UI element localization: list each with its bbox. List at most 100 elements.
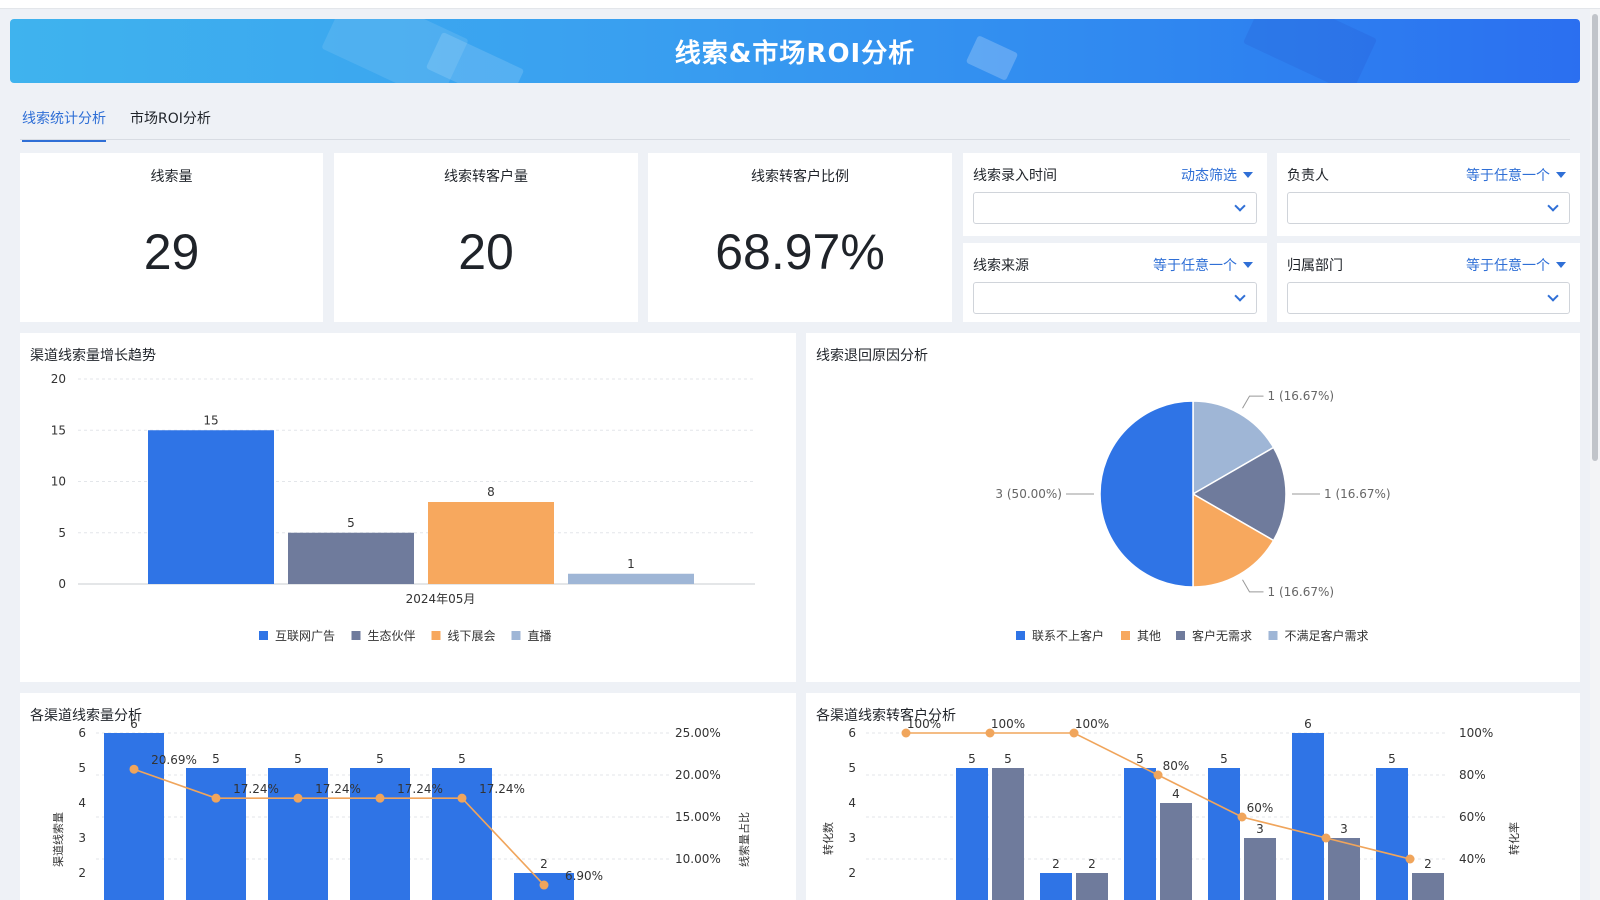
bar-value-label: 5 [1220,752,1228,766]
bar-value-label: 5 [968,752,976,766]
ratio-label: 6.90% [565,869,603,883]
pie-chart: 1 (16.67%) 1 (16.67%) 1 (16.67%) 3 (50.00%)… [995,389,1391,643]
ratio-point [457,793,467,803]
y2-tick-label: 80% [1459,768,1486,782]
bar [568,573,694,584]
filter-mode-label: 等于任意一个 [1153,258,1237,274]
y-tick-label: 4 [78,796,86,810]
bar [1376,768,1408,900]
filter-select[interactable] [973,282,1257,314]
rate-point [1405,854,1415,864]
filter-select[interactable] [973,192,1257,224]
bar-value-label: 8 [487,485,495,499]
rate-point [1321,833,1331,843]
y-tick-label: 0 [58,577,66,591]
caret-down-icon [1243,262,1253,268]
filter-label: 线索录入时间 [973,168,1057,184]
y-tick-label: 5 [78,761,86,775]
bar [1412,873,1444,900]
ratio-point [211,793,221,803]
pie-slice-label: 1 (16.67%) [1324,487,1391,501]
kpi-value: 20 [458,224,514,280]
bar-value-label: 5 [347,516,355,530]
chevron-down-icon [1547,290,1559,302]
ratio-point [129,764,139,774]
filter-select[interactable] [1287,192,1570,224]
rate-label: 80% [1163,759,1190,773]
page-banner: 线索&市场ROI分析 [10,19,1580,83]
bar [1124,768,1156,900]
y-tick-label: 2 [78,866,86,880]
legend-label: 线下展会 [448,629,496,643]
filter-select[interactable] [1287,282,1570,314]
top-strip [0,0,1600,9]
legend-label: 生态伙伴 [368,629,416,643]
chevron-down-icon [1547,200,1559,212]
filter-entry-time: 线索录入时间 动态筛选 [963,153,1267,236]
page-scrollbar[interactable] [1590,9,1600,900]
pie-leader-line [1242,579,1264,593]
y2-tick-label: 100% [1459,726,1493,740]
y2-axis-title: 转化率 [1507,822,1521,855]
bar [428,502,554,584]
legend-label: 联系不上客户 [1032,628,1104,643]
filter-mode-dropdown[interactable]: 动态筛选 [1181,165,1253,185]
bar [1160,803,1192,900]
ratio-label: 17.24% [397,782,443,796]
y-tick-label: 6 [78,726,86,740]
bar-value-label: 4 [1172,787,1180,801]
legend-swatch [1268,631,1278,640]
bar-value-label: 3 [1256,822,1264,836]
y-axis-title: 渠道线索量 [51,812,65,867]
bar [1040,873,1072,900]
y-tick-label: 2 [848,866,856,880]
y-tick-label: 5 [58,526,66,540]
filter-label: 负责人 [1287,168,1329,184]
bar-value-label: 2 [1088,857,1096,871]
legend-label: 直播 [528,629,552,643]
kpi-card-leads: 线索量 29 [20,153,323,322]
kpi-value: 68.97% [715,224,885,280]
y2-tick-label: 25.00% [675,726,721,740]
bar-value-label: 2 [540,857,548,871]
pie-leader-line [1242,395,1264,409]
pie-chart-card: 线索退回原因分析 1 (16.67%) 1 (16.67%) 1 (16.67%) 3… [806,333,1580,682]
legend-label: 不满足客户需求 [1285,628,1369,643]
scrollbar-thumb[interactable] [1592,14,1598,461]
bar [956,768,988,900]
y-tick-label: 5 [848,761,856,775]
ratio-point [293,793,303,803]
y-tick-label: 6 [848,726,856,740]
bar-value-label: 3 [1340,822,1348,836]
filter-mode-label: 等于任意一个 [1466,258,1550,274]
kpi-title: 线索量 [150,169,193,185]
channel-conversion-chart: 2345640%60%80%100%转化数 转化率5 52 254536352100%… [821,717,1521,900]
caret-down-icon [1243,172,1253,178]
filter-mode-dropdown[interactable]: 等于任意一个 [1466,255,1566,275]
filter-mode-label: 等于任意一个 [1466,168,1550,184]
bar [288,532,414,584]
bar [992,768,1024,900]
tab-bar: 线索统计分析 市场ROI分析 [20,100,1570,142]
page-title: 线索&市场ROI分析 [674,39,916,69]
filter-mode-dropdown[interactable]: 等于任意一个 [1466,165,1566,185]
kpi-value: 29 [143,224,200,280]
filter-department: 归属部门 等于任意一个 [1277,243,1580,322]
bar-value-label: 5 [1388,752,1396,766]
ratio-label: 20.69% [151,753,197,767]
filter-owner: 负责人 等于任意一个 [1277,153,1580,236]
chevron-down-icon [1234,290,1246,302]
bar [1208,768,1240,900]
y-tick-label: 3 [848,831,856,845]
caret-down-icon [1556,262,1566,268]
kpi-title: 线索转客户量 [444,169,528,185]
rate-label: 100% [991,717,1025,731]
legend-label: 互联网广告 [275,629,335,643]
y-axis-title: 转化数 [821,822,835,855]
filter-mode-label: 动态筛选 [1181,168,1237,184]
tab-lead-stats[interactable]: 线索统计分析 [22,108,106,142]
y-tick-label: 4 [848,796,856,810]
filter-mode-dropdown[interactable]: 等于任意一个 [1153,255,1253,275]
tab-market-roi[interactable]: 市场ROI分析 [130,108,211,140]
bar-value-label: 2 [1424,857,1432,871]
